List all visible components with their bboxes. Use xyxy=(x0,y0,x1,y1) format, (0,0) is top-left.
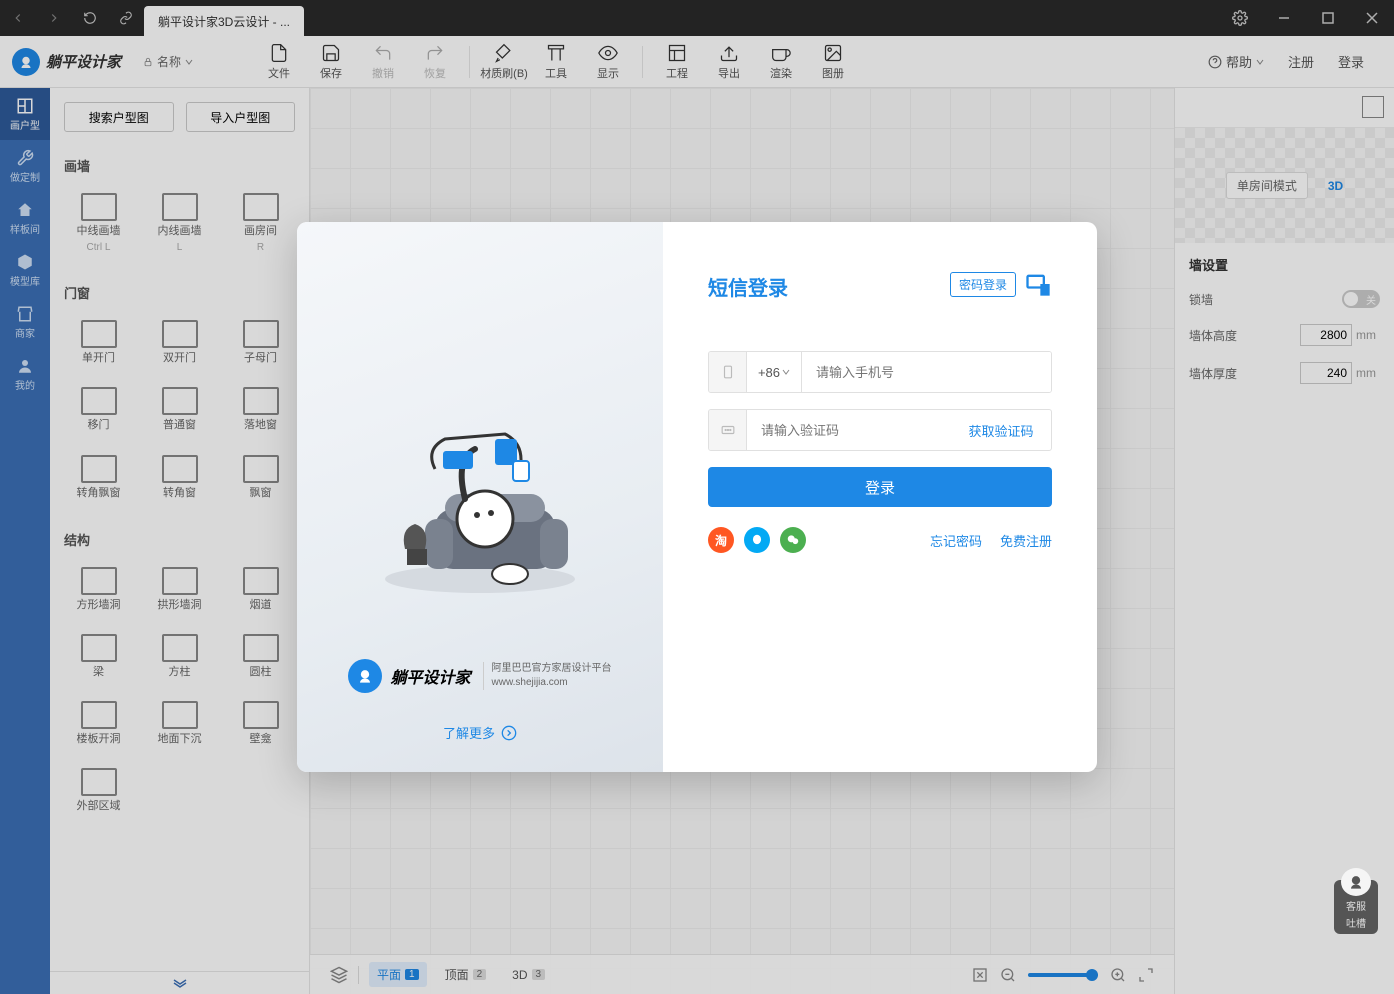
helper-service-label: 客服 xyxy=(1346,898,1366,913)
learn-more-link[interactable]: 了解更多 xyxy=(443,723,517,742)
forgot-password-link[interactable]: 忘记密码 xyxy=(930,531,982,550)
phone-icon xyxy=(709,352,747,392)
free-register-link[interactable]: 免费注册 xyxy=(1000,531,1052,550)
password-login-button[interactable]: 密码登录 xyxy=(950,272,1016,297)
helper-feedback-label: 吐槽 xyxy=(1346,915,1366,930)
brand-subtitle: 阿里巴巴官方家居设计平台www.shejijia.com xyxy=(483,662,612,690)
code-icon xyxy=(709,410,747,450)
login-submit-button[interactable]: 登录 xyxy=(708,467,1052,507)
helper-avatar-icon xyxy=(1341,868,1371,896)
qr-login-icon[interactable] xyxy=(1024,270,1052,298)
qq-login-icon[interactable] xyxy=(744,527,770,553)
get-code-button[interactable]: 获取验证码 xyxy=(951,410,1051,450)
login-illustration xyxy=(365,389,595,619)
login-modal: 躺平设计家 阿里巴巴官方家居设计平台www.shejijia.com 了解更多 … xyxy=(297,222,1097,772)
brand-text: 躺平设计家 xyxy=(390,664,470,688)
login-modal-overlay: 躺平设计家 阿里巴巴官方家居设计平台www.shejijia.com 了解更多 … xyxy=(0,0,1394,994)
taobao-login-icon[interactable]: 淘 xyxy=(708,527,734,553)
login-form-panel: 短信登录 密码登录 +86 获取验证码 登录 xyxy=(663,222,1097,772)
phone-input[interactable] xyxy=(802,352,1051,392)
modal-brand: 躺平设计家 阿里巴巴官方家居设计平台www.shejijia.com xyxy=(348,659,611,693)
country-code-select[interactable]: +86 xyxy=(747,352,802,392)
wechat-login-icon[interactable] xyxy=(780,527,806,553)
verification-code-input[interactable] xyxy=(747,410,951,450)
brand-logo-icon xyxy=(348,659,382,693)
helper-widget[interactable]: 客服 吐槽 xyxy=(1334,880,1378,934)
modal-illustration-panel: 躺平设计家 阿里巴巴官方家居设计平台www.shejijia.com 了解更多 xyxy=(297,222,663,772)
